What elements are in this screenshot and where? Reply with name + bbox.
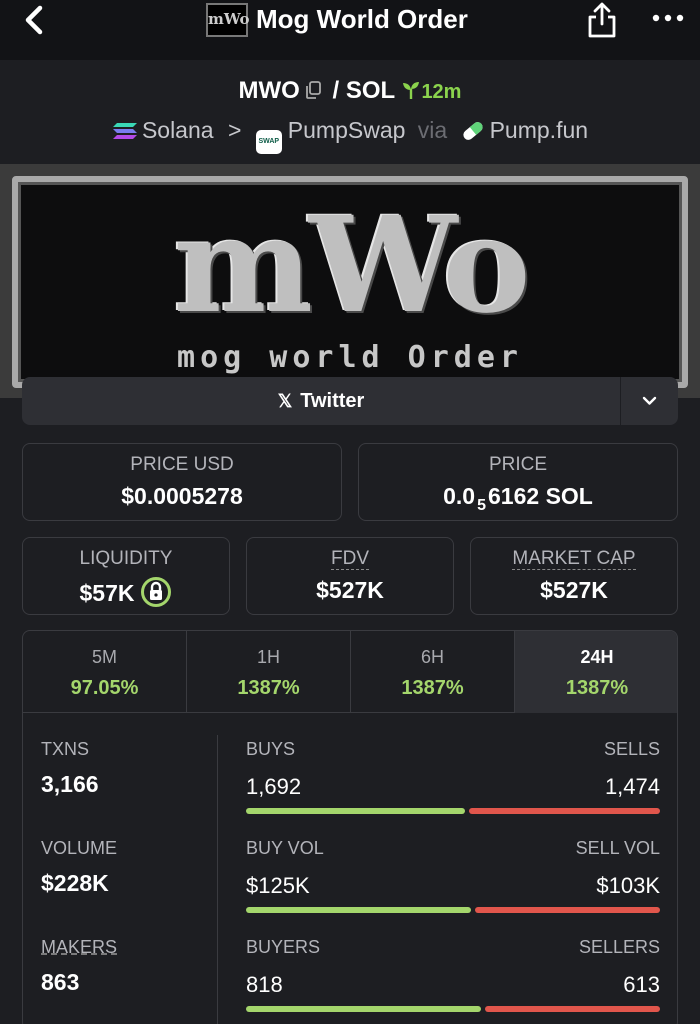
sells-label: SELLS (603, 739, 660, 759)
pair-age: 12m (421, 81, 462, 103)
chain-breadcrumb: Solana > SWAP PumpSwap via Pump.fun (0, 114, 700, 154)
buys-label: BUYS (246, 739, 296, 759)
sell-vol-value: $103K (596, 873, 660, 898)
solana-icon (112, 123, 137, 139)
network-link[interactable]: Solana (142, 117, 214, 143)
pump-fun-pill-icon (462, 122, 483, 140)
makers-stat: MAKERS 863 (41, 935, 117, 997)
volume-stat: VOLUME $228K (41, 836, 117, 898)
buy-vol-value: $125K (246, 873, 310, 898)
price-sol-card: PRICE 0.0 56162 SOL (358, 443, 678, 521)
price-sol-value: 0.0 56162 SOL (443, 483, 593, 514)
liquidity-card: LIQUIDITY $57K (22, 537, 230, 615)
buy-vol-label: BUY VOL (246, 838, 324, 858)
launchpad-link[interactable]: Pump.fun (490, 117, 588, 143)
buy-vol-bar-fill (246, 907, 471, 913)
page-title: Mog World Order (256, 4, 468, 34)
price-usd-card: PRICE USD $0.0005278 (22, 443, 342, 521)
txns-label: TXNS (41, 739, 90, 759)
volume-ratio-bar (246, 907, 660, 913)
pair-heading: MWO / SOL 12m (0, 74, 700, 109)
fdv-card: FDV $527K (246, 537, 454, 615)
sprout-icon (403, 82, 420, 99)
price-usd-value: $0.0005278 (121, 483, 243, 509)
liquidity-label: LIQUIDITY (79, 548, 173, 569)
buyers-bar-fill (246, 1006, 481, 1012)
token-banner-image: mWo mog world Order (0, 164, 700, 398)
price-label: PRICE (488, 454, 548, 475)
base-symbol: MWO (238, 77, 300, 104)
change-5m: 97.05% (70, 677, 139, 699)
quote-symbol: SOL (345, 77, 395, 104)
chevron-down-icon[interactable] (621, 377, 678, 425)
buys-sells-ratio-bar (246, 808, 660, 814)
banner-logo-text: mWo (173, 188, 530, 343)
buyers-ratio-bar (246, 1006, 660, 1012)
sellers-bar-fill (484, 1006, 660, 1012)
tab-1h[interactable]: 1H 1387% (187, 631, 351, 713)
more-options-icon[interactable] (650, 8, 686, 28)
buyers-value: 818 (246, 972, 283, 997)
trading-stats-panel: 5M 97.05% 1H 1387% 6H 1387% 24H 1387% TX… (22, 630, 678, 1024)
banner-subtitle: mog world Order (177, 340, 523, 375)
breadcrumb-arrow: > (227, 117, 242, 143)
sellers-value: 613 (623, 972, 660, 997)
sell-vol-label: SELL VOL (575, 838, 660, 858)
sells-value: 1,474 (604, 774, 660, 799)
volume-value: $228K (41, 870, 109, 896)
pumpswap-icon: SWAP (255, 130, 282, 154)
top-bar: mWo Mog World Order (0, 0, 700, 60)
buy-bar-fill (246, 808, 466, 814)
txns-value: 3,166 (41, 771, 99, 797)
price-usd-label: PRICE USD (130, 454, 234, 475)
token-logo-thumbnail: mWo (206, 3, 250, 37)
via-text: via (417, 117, 448, 143)
volume-label: VOLUME (41, 838, 118, 858)
back-arrow-icon[interactable] (20, 4, 50, 36)
tab-5m[interactable]: 5M 97.05% (23, 631, 187, 713)
tab-6h[interactable]: 6H 1387% (351, 631, 515, 713)
change-1h: 1387% (237, 677, 300, 699)
fdv-value: $527K (316, 577, 384, 603)
tab-24h[interactable]: 24H 1387% (515, 631, 677, 713)
twitter-button[interactable]: 𝕏 Twitter (22, 377, 620, 425)
buyers-label: BUYERS (246, 937, 321, 957)
dex-link[interactable]: PumpSwap (288, 117, 406, 143)
market-cap-card: MARKET CAP $527K (470, 537, 678, 615)
share-icon[interactable] (585, 0, 619, 40)
timeframe-tabs: 5M 97.05% 1H 1387% 6H 1387% 24H 1387% (23, 631, 677, 713)
divider (217, 735, 218, 1024)
price-zero-count: 5 (477, 497, 487, 514)
pair-separator: / (332, 77, 340, 104)
buys-value: 1,692 (246, 774, 302, 799)
copy-icon[interactable] (304, 80, 322, 100)
change-24h: 1387% (565, 677, 629, 699)
social-links-bar: 𝕏 Twitter (22, 377, 678, 425)
sell-vol-bar-fill (474, 907, 660, 913)
makers-value: 863 (41, 969, 80, 995)
x-logo-icon: 𝕏 (277, 391, 293, 411)
txns-stat: TXNS 3,166 (41, 737, 99, 799)
twitter-label: Twitter (300, 390, 365, 412)
sellers-label: SELLERS (578, 937, 660, 957)
lock-icon[interactable] (140, 576, 172, 608)
market-cap-label[interactable]: MARKET CAP (512, 548, 636, 570)
fdv-label[interactable]: FDV (331, 548, 369, 570)
change-6h: 1387% (401, 677, 464, 699)
market-cap-value: $527K (540, 577, 608, 603)
makers-label[interactable]: MAKERS (41, 935, 117, 959)
liquidity-value: $57K (23, 576, 229, 608)
sell-bar-fill (469, 808, 660, 814)
banner-frame: mWo mog world Order (12, 176, 688, 388)
